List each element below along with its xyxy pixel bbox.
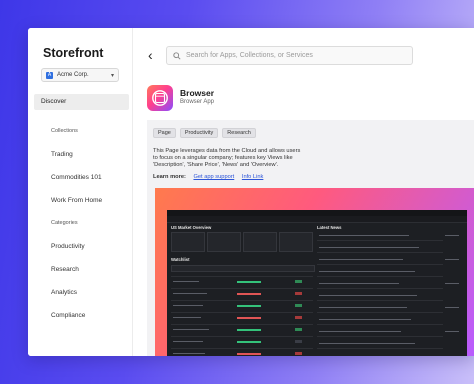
sidebar-item-work-from-home[interactable]: Work From Home <box>51 197 102 204</box>
preview-row-divider <box>171 324 313 325</box>
preview-tile <box>243 232 277 252</box>
sidebar-section-categories: Categories <box>51 220 78 226</box>
preview-row-divider <box>171 288 313 289</box>
preview-news-divider <box>317 312 443 313</box>
preview-tile <box>171 232 205 252</box>
preview-timestamp-line <box>445 307 459 309</box>
preview-change-badge <box>295 316 302 319</box>
tag-page[interactable]: Page <box>153 128 176 138</box>
preview-timestamp-line <box>445 259 459 261</box>
preview-row-divider <box>171 312 313 313</box>
sidebar-item-research[interactable]: Research <box>51 266 79 273</box>
preview-row-divider <box>171 348 313 349</box>
tag-productivity[interactable]: Productivity <box>179 128 219 138</box>
preview-news-line <box>319 307 407 309</box>
preview-watchlist-search <box>171 265 315 272</box>
preview-sparkline <box>237 305 261 307</box>
preview-news-divider <box>317 300 443 301</box>
tag-list: Page Productivity Research <box>153 128 256 138</box>
preview-news-line <box>319 319 411 321</box>
sidebar-item-productivity[interactable]: Productivity <box>51 243 85 250</box>
workspace-label: Acme Corp. <box>57 72 89 78</box>
preview-screenshot: US Market Overview Watchlist Latest News <box>167 210 467 356</box>
search-input[interactable]: Search for Apps, Collections, or Service… <box>166 46 413 65</box>
preview-row-divider <box>171 276 313 277</box>
preview-news-divider <box>317 336 443 337</box>
browser-app-icon <box>147 85 173 111</box>
preview-sparkline <box>237 293 261 295</box>
preview-text-line <box>173 305 203 307</box>
preview-news-line <box>319 247 419 249</box>
sidebar-item-analytics[interactable]: Analytics <box>51 289 77 296</box>
preview-sparkline <box>237 353 261 355</box>
preview-sparkline <box>237 317 261 319</box>
main-content: ‹ Search for Apps, Collections, or Servi… <box>132 28 474 356</box>
preview-toolbar <box>167 216 467 223</box>
preview-news-divider <box>317 264 443 265</box>
preview-news-divider <box>317 276 443 277</box>
app-subtitle: Browser App <box>180 99 215 105</box>
tag-research[interactable]: Research <box>222 128 256 138</box>
preview-news-divider <box>317 288 443 289</box>
preview-news-line <box>319 283 399 285</box>
preview-change-badge <box>295 304 302 307</box>
preview-tile <box>279 232 313 252</box>
get-app-support-link[interactable]: Get app support <box>193 174 234 180</box>
preview-news-divider <box>317 240 443 241</box>
app-description: This Page leverages data from the Cloud … <box>153 148 301 168</box>
app-brand-title: Storefront <box>43 46 104 60</box>
preview-change-badge <box>295 280 302 283</box>
learn-more-label: Learn more: <box>153 174 186 180</box>
preview-news-line <box>319 271 415 273</box>
preview-news-line <box>319 331 401 333</box>
preview-sparkline <box>237 329 261 331</box>
storefront-window: Storefront A Acme Corp. ▾ Discover Colle… <box>28 28 474 356</box>
app-title: Browser <box>180 88 215 98</box>
preview-market-overview-title: US Market Overview <box>171 225 212 230</box>
preview-latest-news-title: Latest News <box>317 225 342 230</box>
sidebar-item-trading[interactable]: Trading <box>51 151 73 158</box>
app-preview-image: US Market Overview Watchlist Latest News <box>155 188 474 356</box>
preview-row-divider <box>171 336 313 337</box>
app-detail-panel: Page Productivity Research This Page lev… <box>147 120 474 356</box>
preview-text-line <box>173 293 207 295</box>
preview-timestamp-line <box>445 283 459 285</box>
search-placeholder: Search for Apps, Collections, or Service… <box>186 52 313 59</box>
preview-watchlist-title: Watchlist <box>171 257 190 262</box>
preview-text-line <box>173 353 205 355</box>
preview-timestamp-line <box>445 235 459 237</box>
preview-news-divider <box>317 252 443 253</box>
preview-sparkline <box>237 281 261 283</box>
preview-row-divider <box>171 300 313 301</box>
preview-change-badge <box>295 328 302 331</box>
preview-change-badge <box>295 352 302 355</box>
learn-more-row: Learn more: Get app support Info Link <box>153 174 269 180</box>
preview-text-line <box>173 341 203 343</box>
sidebar-section-collections: Collections <box>51 128 78 134</box>
sidebar-item-discover[interactable]: Discover <box>34 94 129 110</box>
preview-news-line <box>319 235 409 237</box>
preview-text-line <box>173 281 199 283</box>
preview-news-divider <box>317 324 443 325</box>
chevron-down-icon: ▾ <box>110 72 114 79</box>
preview-news-divider <box>317 348 443 349</box>
preview-sparkline <box>237 341 261 343</box>
sidebar-item-compliance[interactable]: Compliance <box>51 312 85 319</box>
preview-news-line <box>319 343 415 345</box>
preview-change-badge <box>295 340 302 343</box>
workspace-selector[interactable]: A Acme Corp. ▾ <box>41 68 119 82</box>
preview-tile <box>207 232 241 252</box>
search-icon <box>173 51 181 60</box>
preview-timestamp-line <box>445 331 459 333</box>
workspace-icon: A <box>46 71 53 79</box>
sidebar-item-commodities-101[interactable]: Commodities 101 <box>51 174 102 181</box>
back-arrow-icon[interactable]: ‹ <box>148 48 153 62</box>
sidebar: Storefront A Acme Corp. ▾ Discover Colle… <box>28 28 133 356</box>
preview-text-line <box>173 317 201 319</box>
preview-text-line <box>173 329 209 331</box>
info-link[interactable]: Info Link <box>242 174 264 180</box>
preview-news-line <box>319 259 403 261</box>
preview-news-line <box>319 295 417 297</box>
preview-change-badge <box>295 292 302 295</box>
